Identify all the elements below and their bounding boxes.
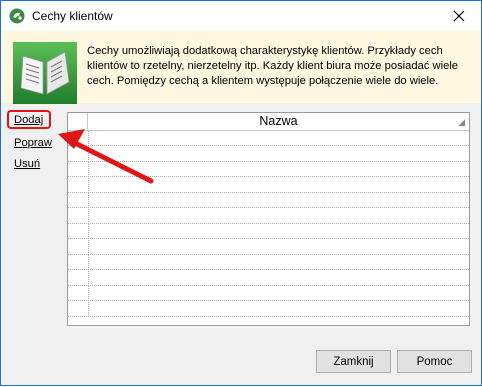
- red-arrow-icon: [58, 129, 154, 184]
- dialog-window: Cechy klientów Cechy umożliwiają dodatko…: [0, 0, 482, 386]
